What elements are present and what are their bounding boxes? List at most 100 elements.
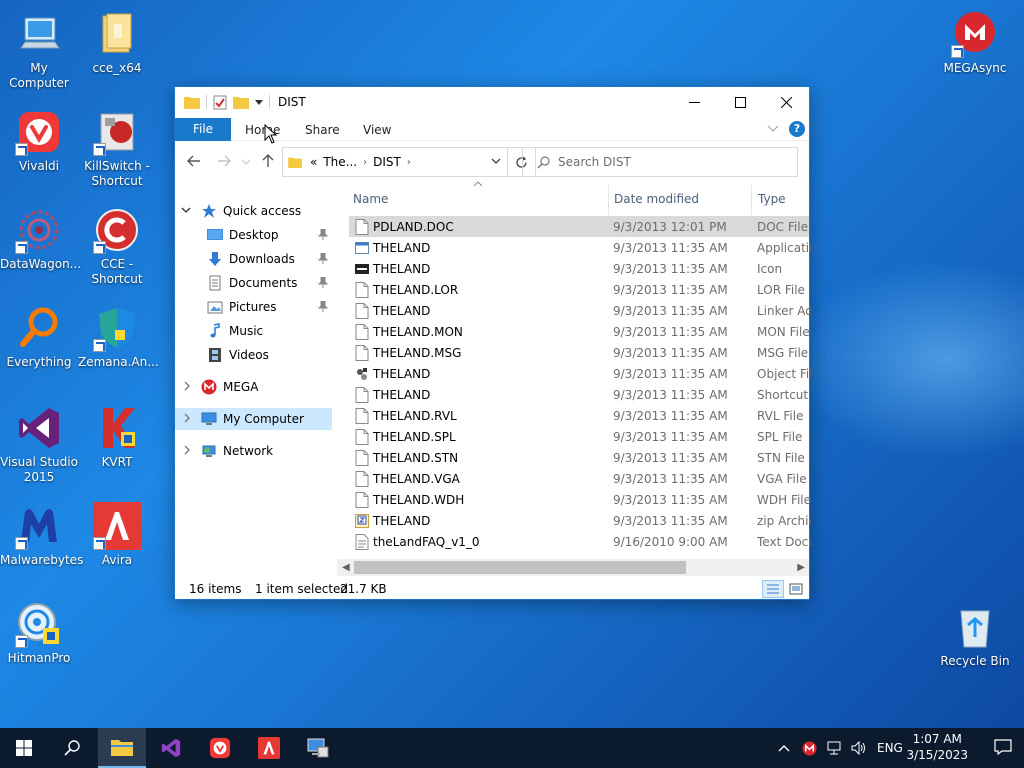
- taskbar-vivaldi[interactable]: [196, 728, 244, 768]
- nav-item-documents[interactable]: Documents: [175, 272, 332, 294]
- pin-icon[interactable]: [318, 253, 328, 264]
- desktop-icon-datawagon[interactable]: DataWagon...: [0, 206, 81, 272]
- nav-item-pictures[interactable]: Pictures: [175, 296, 332, 318]
- column-header-type[interactable]: Type: [758, 179, 811, 215]
- chevron-up-icon[interactable]: [778, 744, 790, 752]
- search-button[interactable]: [48, 728, 96, 768]
- taskbar-avira[interactable]: [245, 728, 293, 768]
- details-view-button[interactable]: [762, 580, 784, 598]
- nav-item-videos[interactable]: Videos: [175, 344, 332, 366]
- tab-view[interactable]: View: [363, 120, 391, 141]
- pin-icon[interactable]: [318, 301, 328, 312]
- address-bar[interactable]: « The... › DIST ›: [282, 147, 508, 177]
- minimize-button[interactable]: [671, 87, 717, 117]
- title-bar[interactable]: DIST: [175, 87, 809, 117]
- large-icons-view-icon: [789, 583, 803, 595]
- nav-item-mega[interactable]: MEGA: [175, 376, 332, 398]
- taskbar-visual-studio[interactable]: [147, 728, 195, 768]
- up-arrow-icon[interactable]: [261, 154, 275, 168]
- input-language[interactable]: ENG: [877, 741, 903, 755]
- maximize-button[interactable]: [717, 87, 763, 117]
- horizontal-scrollbar[interactable]: ◀ ▶: [337, 559, 809, 576]
- column-divider[interactable]: [608, 185, 609, 215]
- pin-icon[interactable]: [318, 277, 328, 288]
- start-button[interactable]: [0, 728, 48, 768]
- breadcrumb-current[interactable]: DIST: [373, 155, 401, 169]
- new-folder-icon[interactable]: [233, 95, 249, 109]
- file-row[interactable]: THELAND.MON 9/3/2013 11:35 AM MON File: [349, 321, 810, 342]
- desktop-icon-malwarebytes[interactable]: Malwarebytes: [0, 502, 83, 568]
- notification-icon[interactable]: [994, 739, 1012, 755]
- tab-share[interactable]: Share: [305, 120, 340, 141]
- pin-icon[interactable]: [318, 229, 328, 240]
- computer-icon: [307, 738, 329, 758]
- clock[interactable]: 1:07 AM 3/15/2023: [906, 731, 968, 763]
- column-header-date[interactable]: Date modified: [614, 179, 754, 215]
- scroll-left-icon[interactable]: ◀: [342, 562, 350, 573]
- large-icons-view-button[interactable]: [785, 580, 807, 598]
- desktop-icon-everything[interactable]: Everything: [0, 304, 78, 370]
- chevron-right-icon[interactable]: [183, 413, 191, 423]
- nav-item-network[interactable]: Network: [175, 440, 332, 462]
- network-icon[interactable]: [827, 741, 843, 755]
- scrollbar-thumb[interactable]: [354, 561, 686, 574]
- column-header-name[interactable]: Name: [353, 179, 607, 215]
- nav-item-downloads[interactable]: Downloads: [175, 248, 332, 270]
- file-row[interactable]: THELAND 9/3/2013 11:35 AM Icon: [349, 258, 809, 279]
- desktop-icon-hitmanpro[interactable]: HitmanPro: [0, 600, 78, 666]
- close-button[interactable]: [763, 87, 809, 117]
- desktop-icon-label: KillSwitch - Shortcut: [84, 159, 150, 188]
- file-row[interactable]: THELAND 9/3/2013 11:35 AM Linker Ad: [349, 300, 811, 321]
- recent-locations-icon[interactable]: [242, 159, 250, 165]
- scroll-right-icon[interactable]: ▶: [797, 562, 805, 573]
- search-box[interactable]: Search DIST: [522, 147, 798, 177]
- chevron-down-icon[interactable]: [491, 157, 501, 165]
- back-arrow-icon[interactable]: [187, 154, 201, 168]
- nav-item-my-computer[interactable]: My Computer: [175, 408, 332, 430]
- desktop-icon-visual-studio[interactable]: Visual Studio 2015: [0, 404, 78, 485]
- properties-icon[interactable]: [213, 95, 227, 110]
- desktop-icon-avira[interactable]: Avira: [78, 502, 156, 568]
- tab-file[interactable]: File: [175, 118, 231, 141]
- file-row[interactable]: THELAND.WDH 9/3/2013 11:35 AM WDH File: [349, 489, 811, 510]
- file-row[interactable]: theLandFAQ_v1_0 9/16/2010 9:00 AM Text Doc…: [349, 531, 811, 552]
- file-row[interactable]: THELAND 9/3/2013 11:35 AM Applicatio: [349, 237, 811, 258]
- nav-item-music[interactable]: Music: [175, 320, 332, 342]
- volume-icon[interactable]: [851, 741, 867, 755]
- file-row[interactable]: THELAND.VGA 9/3/2013 11:35 AM VGA File: [349, 468, 809, 489]
- taskbar-file-explorer[interactable]: [98, 728, 146, 768]
- expand-ribbon-icon[interactable]: [767, 122, 779, 134]
- file-row[interactable]: PDLAND.DOC 9/3/2013 12:01 PM DOC File: [349, 216, 809, 237]
- file-name: THELAND.STN: [373, 450, 459, 465]
- column-divider[interactable]: [751, 185, 752, 215]
- desktop-icon-recycle-bin[interactable]: Recycle Bin: [936, 603, 1014, 669]
- file-ico-icon: [355, 261, 369, 277]
- forward-arrow-icon[interactable]: [217, 154, 231, 168]
- desktop-icon-zemana[interactable]: Zemana.An...: [78, 304, 159, 370]
- desktop-icon-kvrt[interactable]: KVRT: [78, 404, 156, 470]
- taskbar-network-app[interactable]: [294, 728, 342, 768]
- file-row[interactable]: THELAND 9/3/2013 11:35 AM zip Archiv: [349, 510, 811, 531]
- file-row[interactable]: THELAND.MSG 9/3/2013 11:35 AM MSG File: [349, 342, 809, 363]
- chevron-down-icon[interactable]: [255, 98, 263, 106]
- file-row[interactable]: THELAND.RVL 9/3/2013 11:35 AM RVL File: [349, 405, 809, 426]
- nav-item-desktop[interactable]: Desktop: [175, 224, 332, 246]
- desktop-icon-cce-x64[interactable]: cce_x64: [78, 10, 156, 76]
- nav-item-quick-access[interactable]: Quick access: [175, 200, 332, 222]
- desktop-icon-megasync[interactable]: MEGAsync: [936, 10, 1014, 76]
- file-date: 9/3/2013 11:35 AM: [613, 492, 728, 507]
- mega-tray-icon[interactable]: [802, 740, 817, 756]
- file-date: 9/3/2013 11:35 AM: [613, 303, 728, 318]
- breadcrumb-overflow[interactable]: «: [310, 155, 317, 169]
- file-row[interactable]: THELAND.SPL 9/3/2013 11:35 AM SPL File: [349, 426, 809, 447]
- desktop-icon-killswitch[interactable]: KillSwitch - Shortcut: [78, 108, 156, 189]
- file-row[interactable]: THELAND 9/3/2013 11:35 AM Object File: [349, 363, 811, 384]
- desktop-icon-cce-shortcut[interactable]: CCE - Shortcut: [78, 206, 156, 287]
- help-button[interactable]: ?: [789, 121, 805, 137]
- file-row[interactable]: THELAND.LOR 9/3/2013 11:35 AM LOR File: [349, 279, 809, 300]
- desktop-icon-my-computer[interactable]: My Computer: [0, 10, 78, 91]
- breadcrumb-parent[interactable]: The...: [323, 155, 357, 169]
- file-row[interactable]: THELAND.STN 9/3/2013 11:35 AM STN File: [349, 447, 809, 468]
- file-row[interactable]: THELAND 9/3/2013 11:35 AM Shortcut t: [349, 384, 811, 405]
- desktop-icon-vivaldi[interactable]: Vivaldi: [0, 108, 78, 174]
